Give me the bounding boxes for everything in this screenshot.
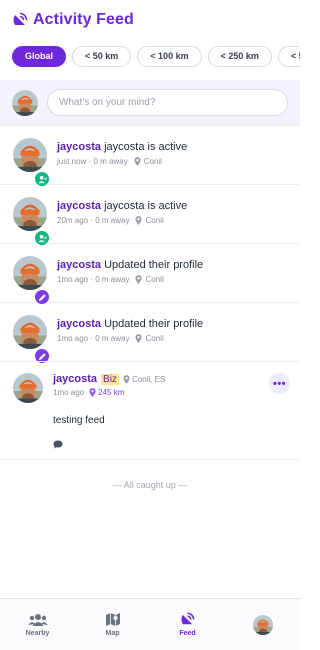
- activity-distance: 0 m away: [95, 275, 130, 284]
- nav-label: Nearby: [25, 629, 50, 637]
- activity-username[interactable]: jaycosta: [57, 318, 101, 330]
- nav-label: Map: [105, 630, 120, 637]
- activity-time: 20m ago: [57, 216, 89, 225]
- activity-distance: 0 m away: [95, 216, 130, 225]
- activity-distance: 0 m away: [95, 334, 130, 343]
- activity-item[interactable]: jaycosta Updated their profile 1mo ago ·…: [0, 243, 300, 305]
- feed-post: jaycosta Biz Conil, ES 1mo ago 245 km ••…: [0, 361, 300, 459]
- end-of-feed-message: — All caught up —: [0, 459, 300, 509]
- people-icon: [27, 613, 48, 626]
- filter-250km[interactable]: < 250 km: [207, 45, 272, 67]
- nav-tab-profile[interactable]: [225, 599, 300, 650]
- filter-global[interactable]: Global: [12, 45, 67, 67]
- activity-text: jaycosta is active: [104, 141, 188, 153]
- page-title: Activity Feed: [33, 11, 134, 28]
- post-composer: What's on your mind?: [0, 80, 300, 125]
- comment-icon[interactable]: [53, 436, 288, 454]
- filter-500km[interactable]: < 500: [277, 45, 300, 67]
- post-distance: 245 km: [98, 388, 125, 397]
- post-location: Conil, ES: [131, 374, 166, 384]
- avatar: [13, 315, 47, 349]
- biz-badge: Biz: [101, 373, 119, 385]
- distance-filter-bar: Global < 50 km < 100 km < 250 km < 500: [0, 40, 300, 72]
- activity-time: 1mo ago: [57, 334, 89, 343]
- activity-text: jaycosta is active: [104, 200, 188, 212]
- avatar[interactable]: [13, 373, 43, 403]
- map-icon: [105, 613, 120, 626]
- avatar: [13, 197, 47, 231]
- nav-tab-nearby[interactable]: Nearby: [0, 599, 75, 650]
- filter-50km[interactable]: < 50 km: [72, 45, 132, 67]
- app-header: Activity Feed: [0, 0, 300, 40]
- bottom-navigation: Nearby Map Feed: [0, 598, 300, 650]
- more-options-button[interactable]: •••: [269, 373, 290, 394]
- location-pin-icon: [135, 216, 143, 225]
- activity-time: just now: [57, 157, 87, 166]
- post-username[interactable]: jaycosta: [53, 373, 97, 385]
- activity-username[interactable]: jaycosta: [57, 200, 101, 212]
- activity-location: Conil: [143, 157, 162, 166]
- avatar: [13, 138, 47, 172]
- activity-location: Conil: [145, 334, 164, 343]
- avatar: [13, 256, 47, 290]
- filter-100km[interactable]: < 100 km: [137, 45, 202, 67]
- user-check-icon: [34, 230, 50, 246]
- location-pin-icon: [123, 374, 130, 384]
- location-pin-icon: [134, 157, 141, 166]
- activity-time: 1mo ago: [57, 275, 89, 284]
- location-pin-icon: [89, 388, 96, 397]
- satellite-dish-icon: [13, 12, 28, 25]
- avatar: [12, 90, 38, 116]
- activity-item[interactable]: jaycosta jaycosta is active just now · 0…: [0, 125, 300, 187]
- activity-item[interactable]: jaycosta jaycosta is active 20m ago · 0 …: [0, 184, 300, 246]
- activity-location: Conil: [145, 275, 164, 284]
- status-input[interactable]: What's on your mind?: [47, 89, 288, 116]
- pencil-icon: [34, 289, 50, 305]
- activity-text: Updated their profile: [104, 259, 204, 271]
- location-pin-icon: [135, 275, 143, 284]
- satellite-dish-icon: [181, 612, 195, 625]
- activity-distance: 0 m away: [93, 157, 128, 166]
- nav-tab-feed[interactable]: Feed: [150, 599, 225, 650]
- activity-username[interactable]: jaycosta: [57, 141, 101, 153]
- activity-username[interactable]: jaycosta: [57, 259, 101, 271]
- activity-text: Updated their profile: [104, 318, 204, 330]
- avatar: [253, 615, 273, 635]
- location-pin-icon: [135, 334, 143, 343]
- activity-location: Conil: [145, 216, 164, 225]
- nav-tab-map[interactable]: Map: [75, 599, 150, 650]
- post-time: 1mo ago: [53, 388, 85, 397]
- nav-label: Feed: [179, 630, 196, 637]
- post-text: testing feed: [53, 415, 105, 426]
- user-check-icon: [34, 171, 50, 187]
- activity-item[interactable]: jaycosta Updated their profile 1mo ago ·…: [0, 302, 300, 364]
